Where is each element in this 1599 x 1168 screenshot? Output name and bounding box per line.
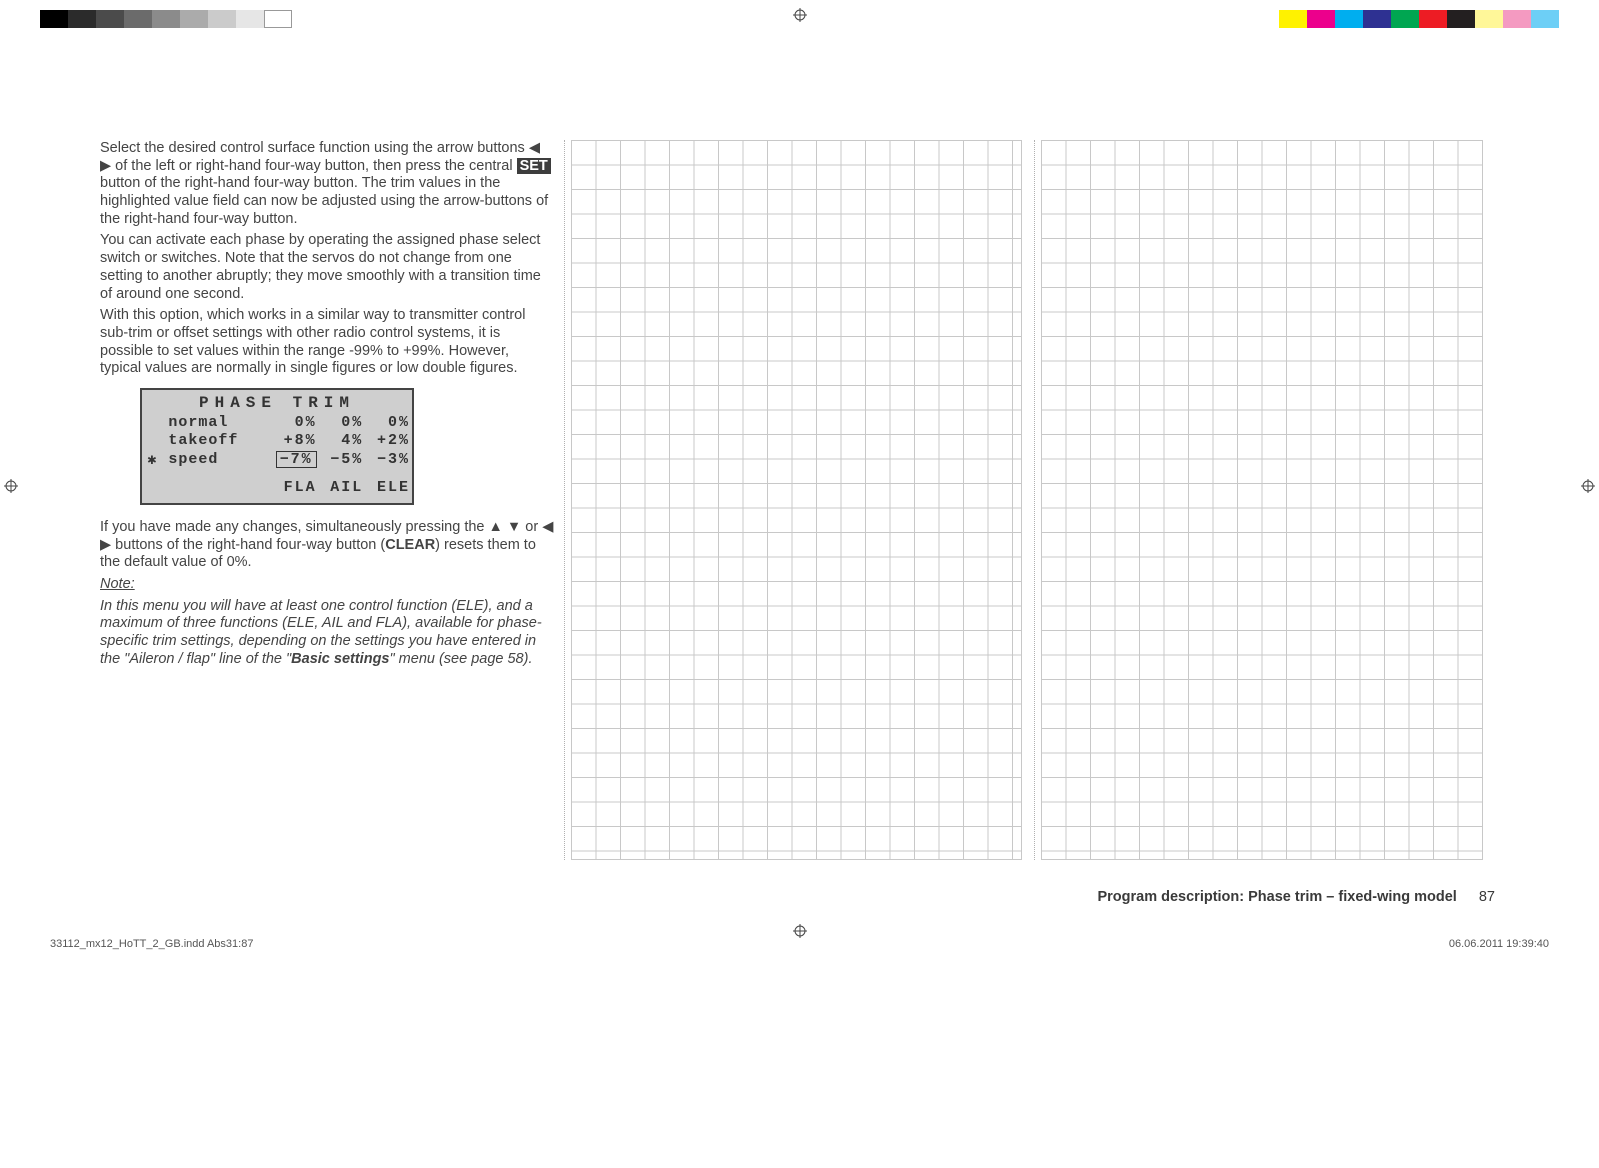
lcd-row-selected: ✱ speed −7% −5% −3% — [142, 450, 412, 469]
lcd-selected-value: −7% — [276, 451, 317, 469]
slug-line: 33112_mx12_HoTT_2_GB.indd Abs31:87 06.06… — [50, 938, 1549, 950]
slug-file: 33112_mx12_HoTT_2_GB.indd Abs31:87 — [50, 938, 253, 950]
registration-mark-icon — [4, 479, 18, 493]
registration-mark-icon — [793, 924, 807, 938]
color-bar-left — [40, 10, 292, 28]
arrow-up-down-icon: ▲ ▼ — [489, 519, 522, 535]
lcd-panel: PHASE TRIM normal 0% 0% 0% takeoff +8% 4… — [140, 388, 414, 505]
lcd-table: normal 0% 0% 0% takeoff +8% 4% +2% ✱ — [142, 414, 412, 497]
lcd-title: PHASE TRIM — [142, 394, 412, 412]
page-number: 87 — [1479, 889, 1495, 905]
lcd-row: normal 0% 0% 0% — [142, 414, 412, 432]
lcd-footer-row: FLA AIL ELE — [142, 469, 412, 497]
registration-mark-icon — [1581, 479, 1595, 493]
paragraph: You can activate each phase by operating… — [100, 232, 554, 303]
footer-label: Program description: Phase trim – fixed-… — [1097, 889, 1456, 905]
set-button-label: SET — [517, 158, 551, 174]
page-body: Select the desired control surface funct… — [100, 140, 1495, 905]
clear-label: CLEAR — [385, 537, 435, 553]
note-body: In this menu you will have at least one … — [100, 598, 554, 669]
note-grid — [1041, 140, 1495, 860]
text-column: Select the desired control surface funct… — [100, 140, 565, 860]
note-heading: Note: — [100, 576, 554, 594]
slug-timestamp: 06.06.2011 19:39:40 — [1449, 938, 1549, 950]
lcd-row: takeoff +8% 4% +2% — [142, 432, 412, 450]
paragraph: If you have made any changes, simultaneo… — [100, 519, 554, 572]
page-footer: Program description: Phase trim – fixed-… — [1097, 889, 1495, 905]
color-bar-right — [1279, 10, 1559, 28]
note-grid — [571, 140, 1036, 860]
paragraph: With this option, which works in a simil… — [100, 307, 554, 378]
paragraph: Select the desired control surface funct… — [100, 140, 554, 228]
registration-mark-icon — [793, 8, 807, 22]
